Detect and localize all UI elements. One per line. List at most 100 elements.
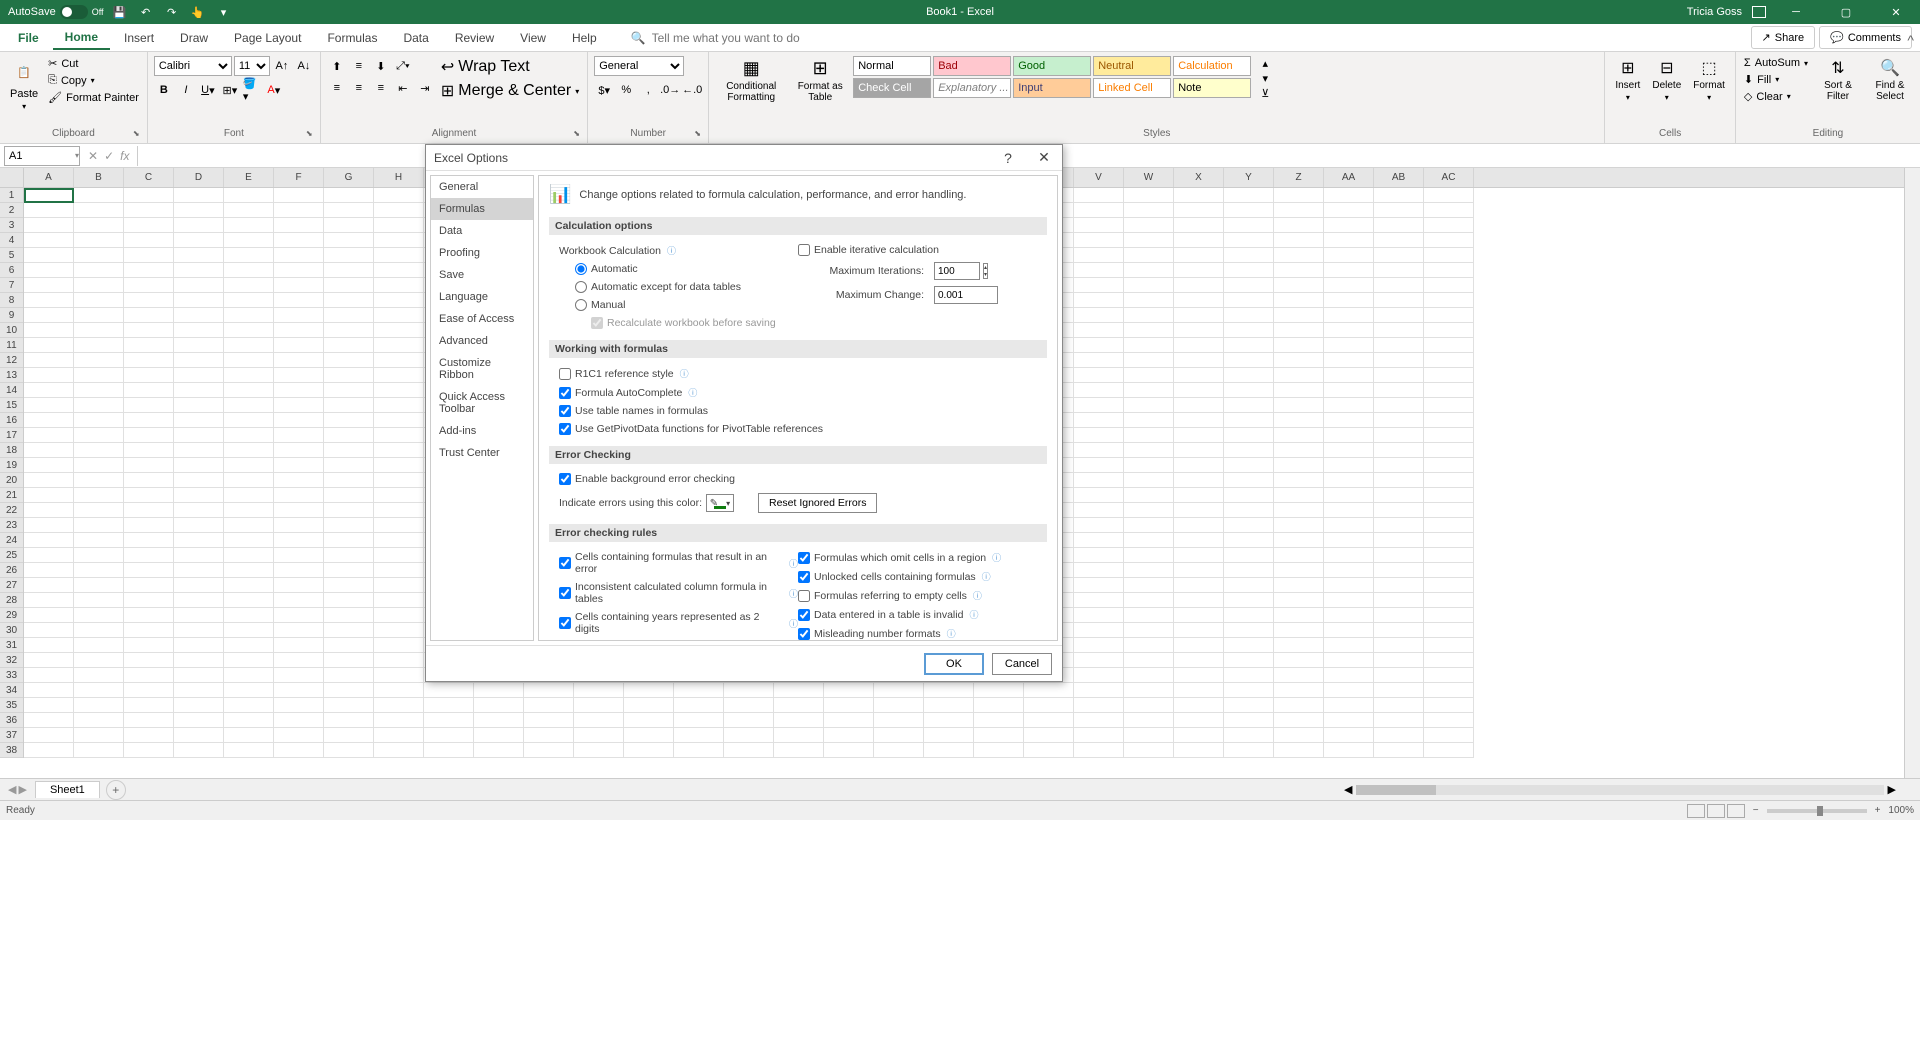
cell[interactable]: [24, 338, 74, 353]
cell[interactable]: [1124, 353, 1174, 368]
cell[interactable]: [274, 488, 324, 503]
cell[interactable]: [1024, 728, 1074, 743]
row-header[interactable]: 18: [0, 443, 23, 458]
cell[interactable]: [824, 713, 874, 728]
tab-review[interactable]: Review: [443, 27, 506, 49]
cell[interactable]: [274, 533, 324, 548]
cell[interactable]: [1174, 188, 1224, 203]
cell[interactable]: [1174, 278, 1224, 293]
cell[interactable]: [1074, 503, 1124, 518]
spinner-down-icon[interactable]: ▾: [984, 271, 987, 278]
cell[interactable]: [974, 683, 1024, 698]
cell[interactable]: [1424, 728, 1474, 743]
cell[interactable]: [1224, 473, 1274, 488]
cell[interactable]: [1424, 578, 1474, 593]
cell[interactable]: [124, 323, 174, 338]
cell[interactable]: [374, 218, 424, 233]
sheet-tab[interactable]: Sheet1: [35, 781, 100, 798]
cell[interactable]: [1224, 653, 1274, 668]
cell[interactable]: [1274, 338, 1324, 353]
cell[interactable]: [324, 278, 374, 293]
style-normal[interactable]: Normal: [853, 56, 931, 76]
cell-styles-gallery[interactable]: Normal Bad Good Neutral Calculation Chec…: [853, 56, 1251, 98]
cell[interactable]: [1424, 353, 1474, 368]
cell[interactable]: [124, 233, 174, 248]
cell[interactable]: [324, 563, 374, 578]
cell[interactable]: [24, 548, 74, 563]
cell[interactable]: [524, 743, 574, 758]
column-header[interactable]: AB: [1374, 168, 1424, 187]
collapse-ribbon-button[interactable]: ^: [1907, 32, 1914, 141]
cell[interactable]: [74, 398, 124, 413]
cell[interactable]: [374, 233, 424, 248]
cell[interactable]: [1174, 203, 1224, 218]
cell[interactable]: [524, 698, 574, 713]
cell[interactable]: [1224, 713, 1274, 728]
cell[interactable]: [824, 728, 874, 743]
cell[interactable]: [274, 623, 324, 638]
cell[interactable]: [1024, 743, 1074, 758]
cell[interactable]: [1374, 638, 1424, 653]
cell[interactable]: [24, 248, 74, 263]
check-autocomplete[interactable]: [559, 387, 571, 399]
cell[interactable]: [274, 503, 324, 518]
cell[interactable]: [1274, 608, 1324, 623]
cell[interactable]: [174, 623, 224, 638]
cell[interactable]: [1374, 443, 1424, 458]
cell[interactable]: [174, 278, 224, 293]
gallery-down-button[interactable]: ▾: [1255, 71, 1275, 85]
cell[interactable]: [224, 263, 274, 278]
tab-help[interactable]: Help: [560, 27, 609, 49]
row-header[interactable]: 27: [0, 578, 23, 593]
cell[interactable]: [124, 338, 174, 353]
cell[interactable]: [274, 698, 324, 713]
cell[interactable]: [1174, 548, 1224, 563]
cell[interactable]: [1074, 518, 1124, 533]
style-calculation[interactable]: Calculation: [1173, 56, 1251, 76]
cell[interactable]: [1224, 353, 1274, 368]
cell[interactable]: [1174, 683, 1224, 698]
cell[interactable]: [224, 203, 274, 218]
cell[interactable]: [1424, 683, 1474, 698]
cell[interactable]: [74, 668, 124, 683]
cell[interactable]: [1374, 188, 1424, 203]
cell[interactable]: [1374, 338, 1424, 353]
cell[interactable]: [74, 458, 124, 473]
column-header[interactable]: Z: [1274, 168, 1324, 187]
cell[interactable]: [1424, 323, 1474, 338]
cell[interactable]: [324, 473, 374, 488]
style-bad[interactable]: Bad: [933, 56, 1011, 76]
cell[interactable]: [274, 608, 324, 623]
cell[interactable]: [1424, 293, 1474, 308]
font-size-select[interactable]: 11: [234, 56, 270, 76]
cell[interactable]: [1224, 743, 1274, 758]
cell[interactable]: [1174, 578, 1224, 593]
cell[interactable]: [74, 578, 124, 593]
cell[interactable]: [1224, 383, 1274, 398]
alignment-launcher[interactable]: ⬊: [573, 129, 583, 139]
cell[interactable]: [124, 503, 174, 518]
cell[interactable]: [74, 248, 124, 263]
cell[interactable]: [324, 608, 374, 623]
cell[interactable]: [174, 683, 224, 698]
cell[interactable]: [1424, 233, 1474, 248]
cell[interactable]: [1074, 293, 1124, 308]
cell[interactable]: [1124, 533, 1174, 548]
cell[interactable]: [324, 398, 374, 413]
row-header[interactable]: 31: [0, 638, 23, 653]
cell[interactable]: [274, 368, 324, 383]
row-header[interactable]: 30: [0, 623, 23, 638]
cell[interactable]: [1274, 653, 1324, 668]
cell[interactable]: [24, 398, 74, 413]
cell[interactable]: [324, 368, 374, 383]
align-center-button[interactable]: ≡: [349, 78, 369, 98]
cell[interactable]: [1374, 353, 1424, 368]
cell[interactable]: [24, 623, 74, 638]
cell[interactable]: [1424, 263, 1474, 278]
cell[interactable]: [1424, 608, 1474, 623]
cell[interactable]: [1374, 413, 1424, 428]
cell[interactable]: [1224, 248, 1274, 263]
cell[interactable]: [324, 548, 374, 563]
column-header[interactable]: Y: [1224, 168, 1274, 187]
cell[interactable]: [274, 563, 324, 578]
